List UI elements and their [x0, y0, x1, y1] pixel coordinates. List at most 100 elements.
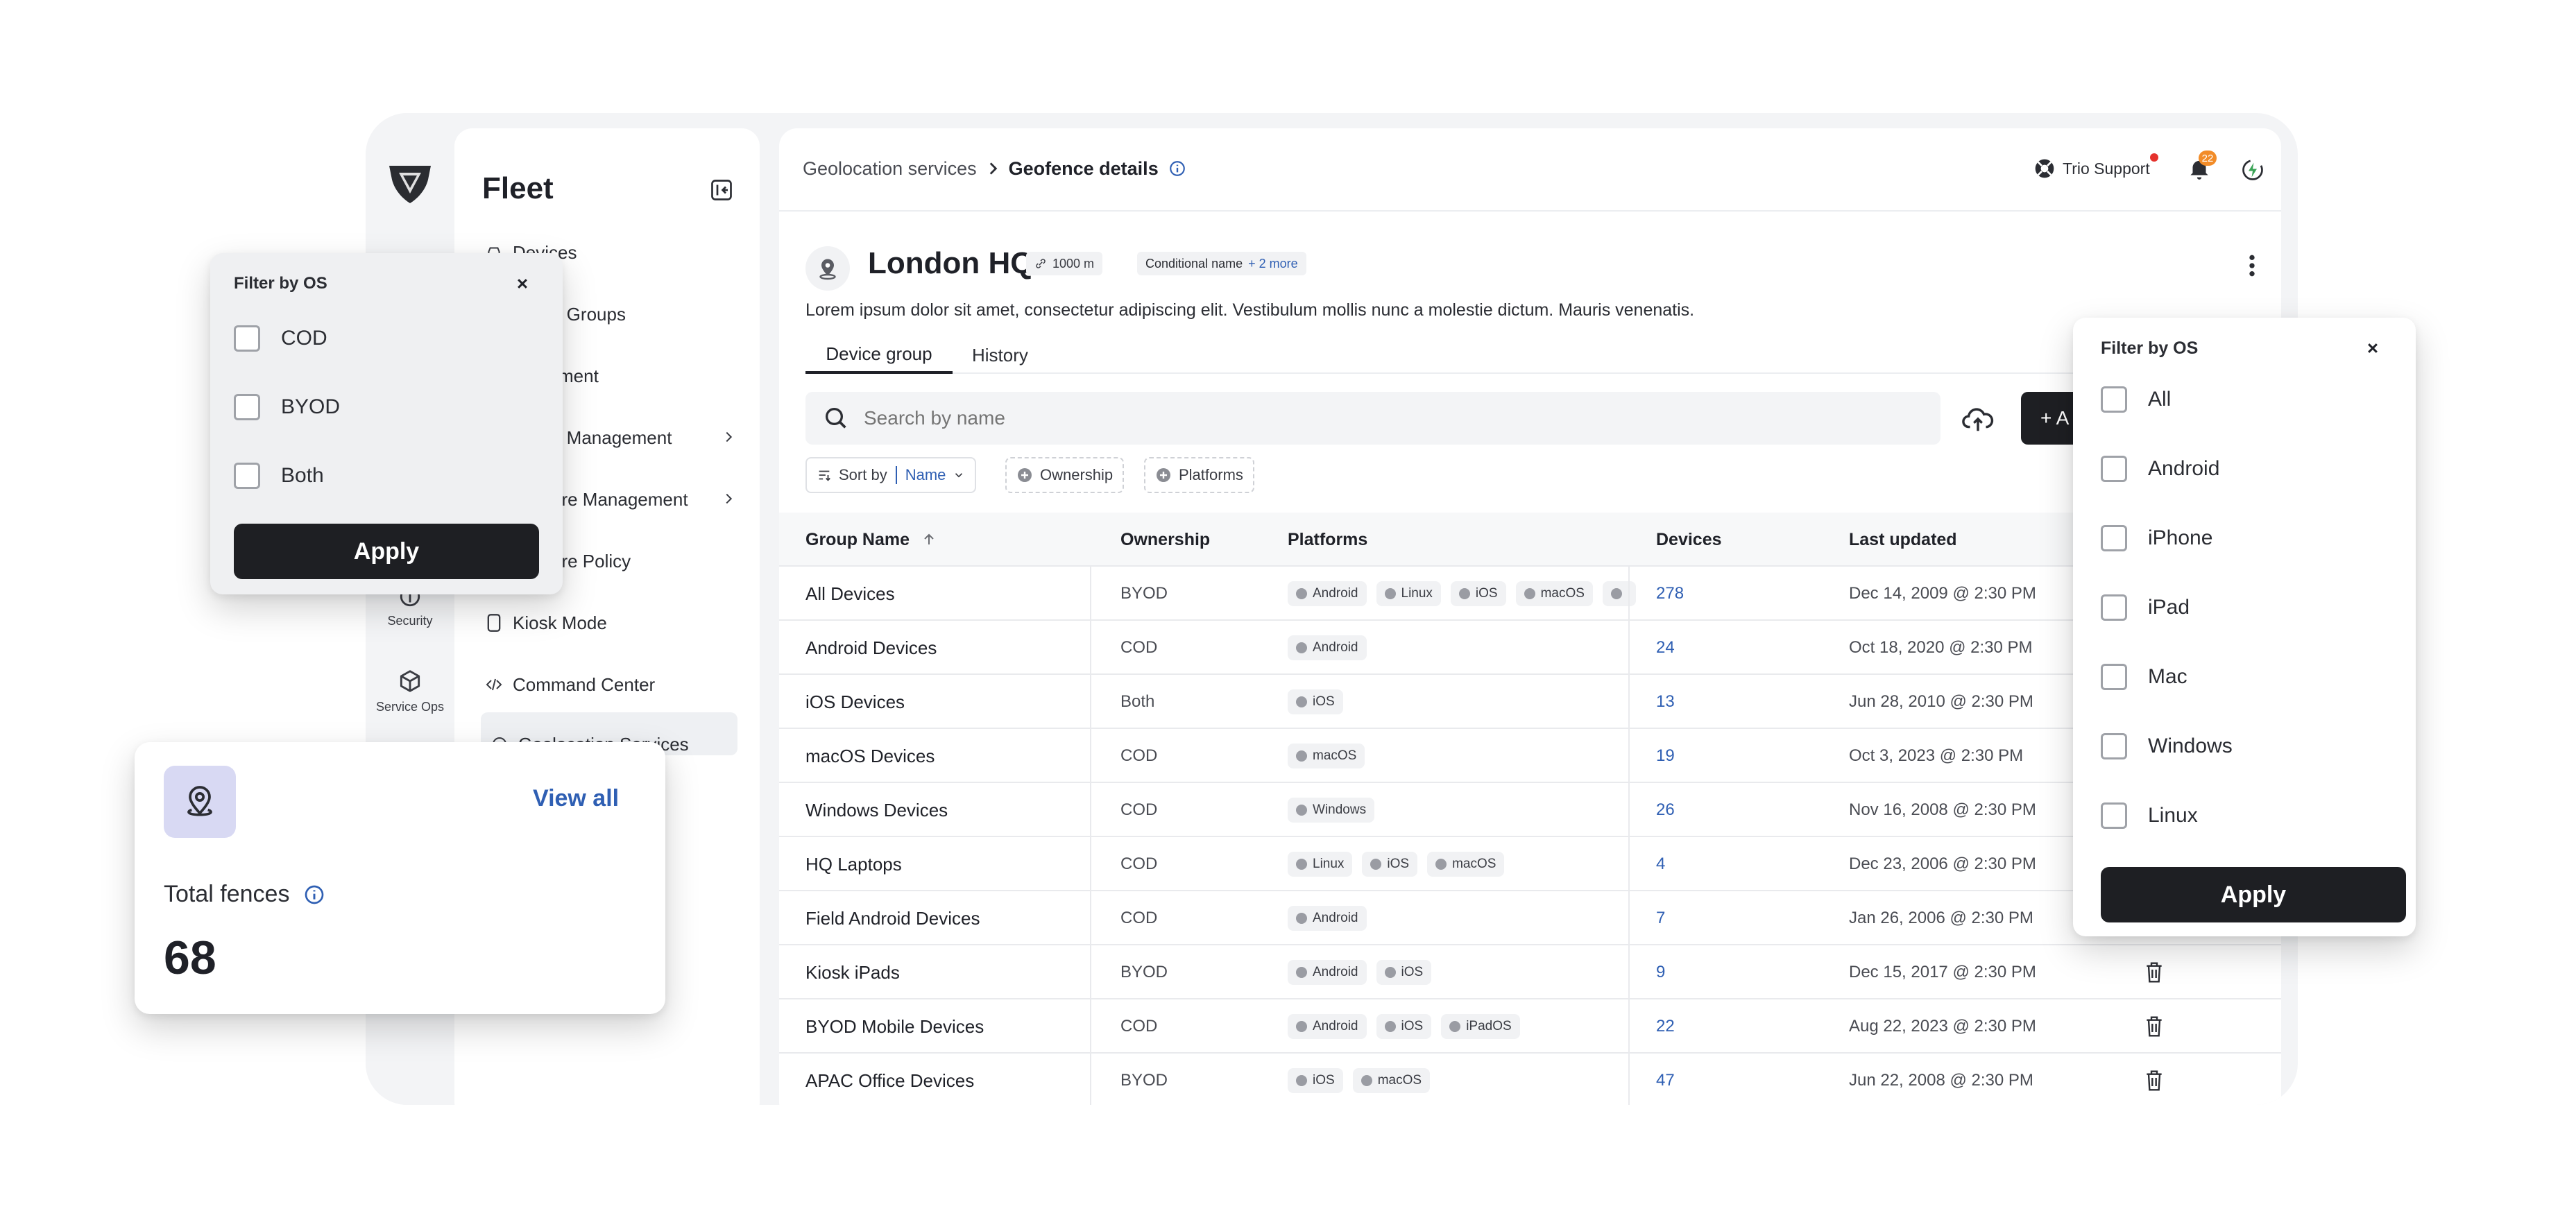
- apply-button[interactable]: Apply: [234, 524, 539, 579]
- checkbox[interactable]: [2101, 525, 2127, 551]
- platforms-filter-chip[interactable]: Platforms: [1144, 457, 1254, 493]
- platform-icon: [1370, 859, 1382, 870]
- group-name-cell[interactable]: BYOD Mobile Devices: [805, 999, 984, 1054]
- table-row[interactable]: BYOD Mobile Devices COD Android iOS iPadOS 22…: [779, 999, 2281, 1054]
- checkbox[interactable]: [2101, 733, 2127, 759]
- table-row[interactable]: Android Devices COD Android 24 Oct 18, 2020 …: [779, 621, 2281, 675]
- devices-count-link[interactable]: 9: [1656, 945, 1665, 999]
- ownership-cell: BYOD: [1120, 1071, 1168, 1090]
- checkbox[interactable]: [2101, 594, 2127, 621]
- search-input[interactable]: [864, 407, 1904, 429]
- platform-icon: [1296, 1021, 1307, 1032]
- close-button[interactable]: [2363, 338, 2382, 358]
- checkbox[interactable]: [2101, 456, 2127, 482]
- checkbox[interactable]: [2101, 802, 2127, 829]
- column-header-ownership[interactable]: Ownership: [1120, 513, 1210, 567]
- group-name-cell[interactable]: Kiosk iPads: [805, 945, 900, 999]
- table-row[interactable]: iOS Devices Both iOS 13 Jun 28, 2010 @ 2:30 …: [779, 675, 2281, 729]
- platform-icon: [1296, 696, 1307, 707]
- column-header-platforms[interactable]: Platforms: [1288, 513, 1367, 567]
- table-row[interactable]: All Devices BYOD Android Linux iOS macOS 278 De…: [779, 567, 2281, 621]
- filter-option-iphone[interactable]: iPhone: [2101, 524, 2212, 552]
- nav-item-software-management[interactable]: are Management: [552, 479, 753, 520]
- more-options-button[interactable]: [2242, 252, 2262, 280]
- support-button[interactable]: Trio Support: [2033, 153, 2158, 181]
- nav-item-command-center[interactable]: Command Center: [482, 664, 655, 705]
- devices-count-link[interactable]: 278: [1656, 567, 1684, 621]
- devices-count-link[interactable]: 7: [1656, 891, 1665, 945]
- filter-option-cod[interactable]: COD: [234, 325, 327, 352]
- filter-option-all[interactable]: All: [2101, 386, 2171, 413]
- group-name-cell[interactable]: Windows Devices: [805, 783, 948, 837]
- devices-count-link[interactable]: 24: [1656, 621, 1675, 675]
- checkbox[interactable]: [2101, 386, 2127, 413]
- group-name-cell[interactable]: HQ Laptops: [805, 837, 902, 891]
- notifications-button[interactable]: 22: [2186, 151, 2217, 185]
- group-name-cell[interactable]: iOS Devices: [805, 675, 905, 729]
- filter-option-byod[interactable]: BYOD: [234, 393, 340, 421]
- rail-item-service-ops[interactable]: Service Ops: [366, 668, 454, 714]
- more-link[interactable]: + 2 more: [1248, 257, 1298, 271]
- column-header-last-updated[interactable]: Last updated: [1849, 513, 1957, 567]
- filter-option-ipad[interactable]: iPad: [2101, 594, 2190, 621]
- table-row[interactable]: Windows Devices COD Windows 26 Nov 16, 2008 …: [779, 783, 2281, 837]
- platform-tag: Android: [1288, 581, 1367, 606]
- tab-device-group[interactable]: Device group: [805, 336, 953, 374]
- devices-count-link[interactable]: 19: [1656, 729, 1675, 783]
- filter-option-linux[interactable]: Linux: [2101, 802, 2198, 830]
- checkbox[interactable]: [234, 394, 260, 420]
- filter-option-both[interactable]: Both: [234, 462, 324, 490]
- devices-count-link[interactable]: 4: [1656, 837, 1665, 891]
- table-row[interactable]: macOS Devices COD macOS 19 Oct 3, 2023 @ 2:3…: [779, 729, 2281, 783]
- tab-history[interactable]: History: [972, 336, 1028, 374]
- last-updated-cell: Jun 22, 2008 @ 2:30 PM: [1849, 1071, 2033, 1090]
- filter-option-android[interactable]: Android: [2101, 455, 2219, 483]
- table-row[interactable]: APAC Office Devices BYOD iOS macOS 47 Jun 22,…: [779, 1054, 2281, 1105]
- group-name-cell[interactable]: Android Devices: [805, 621, 937, 675]
- table-row[interactable]: HQ Laptops COD Linux iOS macOS 4 Dec 23, 2006 …: [779, 837, 2281, 891]
- status-button[interactable]: [2240, 157, 2265, 182]
- collapse-sidebar-button[interactable]: [709, 178, 734, 203]
- delete-button[interactable]: [2144, 999, 2164, 1054]
- group-name-cell[interactable]: All Devices: [805, 567, 895, 621]
- nav-item-software-policy[interactable]: are Policy: [552, 540, 631, 582]
- sort-by-dropdown[interactable]: Sort by Name: [805, 457, 977, 493]
- column-header-devices[interactable]: Devices: [1656, 513, 1722, 567]
- nav-item-kiosk-mode[interactable]: Kiosk Mode: [482, 602, 607, 644]
- search-box[interactable]: [805, 392, 1940, 445]
- checkbox[interactable]: [234, 325, 260, 352]
- cloud-upload-button[interactable]: [1961, 403, 1995, 435]
- group-name-cell[interactable]: Field Android Devices: [805, 891, 980, 945]
- add-circle-icon: [1018, 468, 1032, 482]
- checkbox[interactable]: [234, 463, 260, 489]
- platform-label: iOS: [1475, 586, 1498, 601]
- nav-item-device-groups[interactable]: e Groups: [552, 293, 626, 335]
- option-label: Both: [281, 464, 324, 487]
- group-name-cell[interactable]: macOS Devices: [805, 729, 935, 783]
- apply-button[interactable]: Apply: [2101, 867, 2406, 922]
- nav-item-enrollment[interactable]: ment: [558, 355, 599, 397]
- devices-count-link[interactable]: 22: [1656, 999, 1675, 1054]
- group-name-cell[interactable]: APAC Office Devices: [805, 1054, 974, 1105]
- delete-button[interactable]: [2144, 1054, 2164, 1105]
- info-icon[interactable]: [1168, 160, 1186, 178]
- view-all-link[interactable]: View all: [533, 785, 619, 812]
- devices-count-link[interactable]: 47: [1656, 1054, 1675, 1105]
- close-button[interactable]: [513, 274, 532, 293]
- checkbox[interactable]: [2101, 664, 2127, 690]
- radius-value: 1000 m: [1052, 256, 1095, 270]
- table-row[interactable]: Field Android Devices COD Android 7 Jan 26, …: [779, 891, 2281, 945]
- total-fences-value: 68: [164, 931, 216, 984]
- ownership-filter-chip[interactable]: Ownership: [1005, 457, 1125, 493]
- info-icon[interactable]: [303, 884, 325, 906]
- filter-option-windows[interactable]: Windows: [2101, 732, 2233, 760]
- delete-button[interactable]: [2144, 945, 2164, 999]
- devices-count-link[interactable]: 13: [1656, 675, 1675, 729]
- filter-option-mac[interactable]: Mac: [2101, 663, 2187, 691]
- condition-badge[interactable]: Conditional name + 2 more: [1137, 252, 1306, 275]
- breadcrumb-parent[interactable]: Geolocation services: [803, 158, 977, 180]
- table-row[interactable]: Kiosk iPads BYOD Android iOS 9 Dec 15, 2017 @…: [779, 945, 2281, 999]
- devices-count-link[interactable]: 26: [1656, 783, 1675, 837]
- column-header-group-name[interactable]: Group Name: [805, 513, 937, 567]
- nav-item-device-management[interactable]: e Management: [552, 417, 753, 458]
